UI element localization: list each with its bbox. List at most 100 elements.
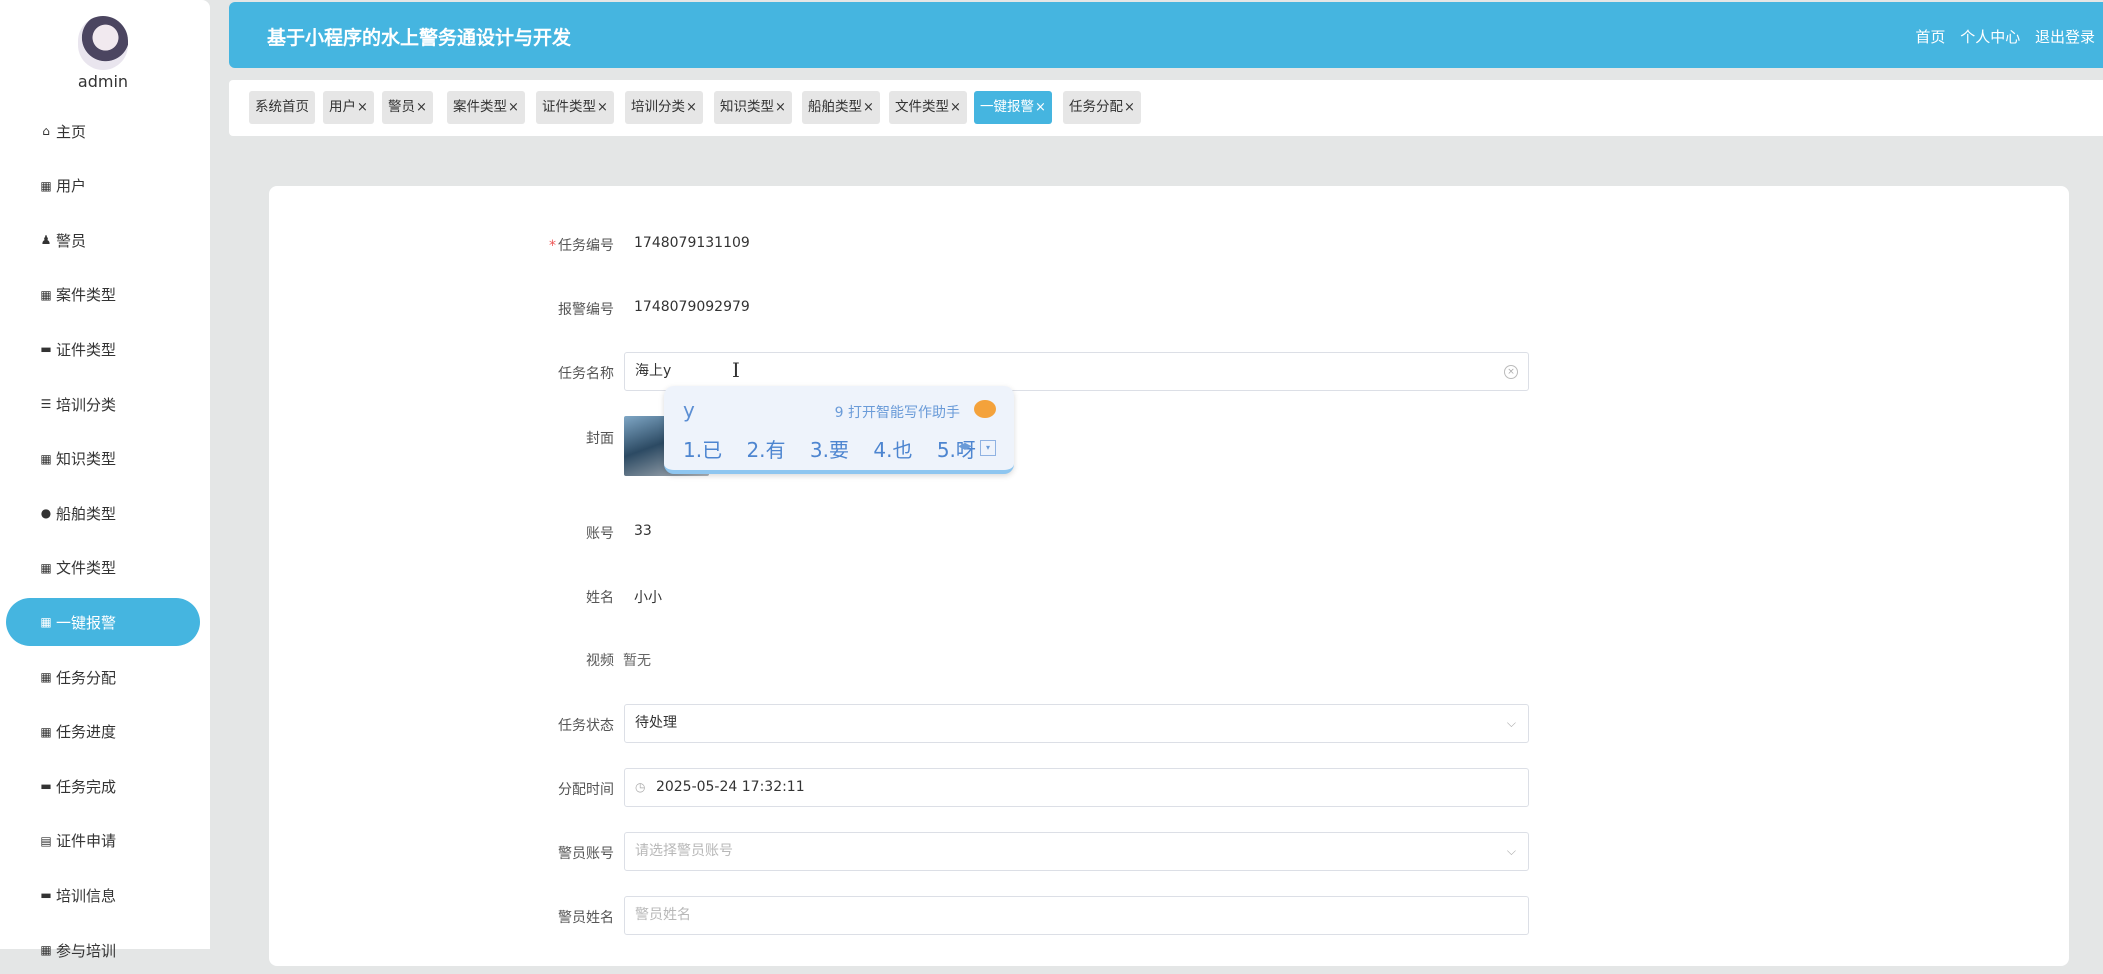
sidebar-item-label: 任务完成 xyxy=(56,777,117,796)
close-icon[interactable]: × xyxy=(1035,100,1046,115)
sidebar-item[interactable]: ☰ 培训分类 xyxy=(6,380,200,428)
grid-icon: ▦ xyxy=(40,287,52,302)
sidebar-item[interactable]: ▦ 文件类型 xyxy=(6,544,200,592)
account-value: 33 xyxy=(634,523,652,539)
username: admin xyxy=(77,72,129,91)
home-link[interactable]: 首页 xyxy=(1915,28,1945,46)
close-icon[interactable]: × xyxy=(416,100,427,115)
task-no-label: * 任务编号 xyxy=(549,238,614,254)
officer-account-select[interactable]: 请选择警员账号 ⌵ xyxy=(624,832,1529,871)
app-title: 基于小程序的水上警务通设计与开发 xyxy=(267,27,572,49)
sidebar-item[interactable]: ▬ 培训信息 xyxy=(6,871,200,919)
tab[interactable]: 任务分配× xyxy=(1063,91,1141,124)
close-icon[interactable]: × xyxy=(775,100,786,115)
tab[interactable]: 船舶类型× xyxy=(802,91,880,124)
grid-icon: ▦ xyxy=(40,724,52,739)
tab[interactable]: 案件类型× xyxy=(447,91,525,124)
sidebar-item-label: 任务分配 xyxy=(56,668,117,687)
officer-name-placeholder: 警员姓名 xyxy=(635,907,691,923)
required-mark: * xyxy=(549,238,556,254)
ime-page-arrows-icon[interactable]: ◂▸ xyxy=(958,438,972,454)
sidebar-item[interactable]: ⌂ 主页 xyxy=(6,107,200,155)
tab[interactable]: 警员× xyxy=(382,91,433,124)
tab[interactable]: 文件类型× xyxy=(889,91,967,124)
sidebar-item[interactable]: ▦ 知识类型 xyxy=(6,435,200,483)
ime-candidate[interactable]: 2.有 xyxy=(746,438,785,462)
grid-icon: ▦ xyxy=(40,670,52,684)
sidebar-item[interactable]: ▦ 用户 xyxy=(6,162,200,210)
chevron-down-icon: ⌵ xyxy=(1506,844,1516,858)
sidebar: admin ⌂ 主页 ▦ 用户 ♟ 警员 ▦ 案件类型 ▬ 证件类型 ☰ 培训分类 ▦ 知识类型 ● 船舶类型… xyxy=(0,0,210,960)
close-icon[interactable]: × xyxy=(686,100,697,115)
task-name-label: 任务名称 xyxy=(558,366,614,382)
ime-candidate[interactable]: 3.要 xyxy=(810,438,849,462)
tab[interactable]: 用户× xyxy=(323,91,374,124)
ime-expand-icon[interactable]: ▾ xyxy=(980,440,996,456)
tab[interactable]: 系统首页 xyxy=(249,91,315,124)
officer-account-placeholder: 请选择警员账号 xyxy=(635,843,733,859)
assign-time-picker[interactable]: ◷ 2025-05-24 17:32:11 xyxy=(624,768,1529,807)
tab[interactable]: 知识类型× xyxy=(714,91,792,124)
ime-candidate-popup: y 9 打开智能写作助手 1.已 2.有 3.要 4.也 5.呀 ◂▸ ▾ xyxy=(664,386,1014,474)
close-icon[interactable]: × xyxy=(863,100,874,115)
person-icon: ♟ xyxy=(40,233,52,248)
tab[interactable]: 一键报警× xyxy=(974,91,1052,124)
sidebar-item-label: 主页 xyxy=(56,122,87,141)
close-icon[interactable]: × xyxy=(597,100,608,115)
tab[interactable]: 证件类型× xyxy=(536,91,614,124)
ime-candidate[interactable]: 1.已 xyxy=(683,438,722,462)
bulb-icon: ● xyxy=(40,506,52,521)
sidebar-item-label: 案件类型 xyxy=(56,286,117,305)
sidebar-item-label: 培训分类 xyxy=(56,395,117,414)
avatar[interactable] xyxy=(78,16,128,70)
sidebar-item[interactable]: ♟ 警员 xyxy=(6,216,200,264)
sidebar-item[interactable]: ▦ 案件类型 xyxy=(6,271,200,319)
grid-icon: ▦ xyxy=(40,943,52,957)
profile-link[interactable]: 个人中心 xyxy=(1960,28,2020,46)
close-icon[interactable]: × xyxy=(508,100,519,115)
sidebar-item-label: 警员 xyxy=(56,231,87,250)
tab-label: 用户 xyxy=(329,99,356,115)
briefcase-icon: ▬ xyxy=(40,342,52,357)
sidebar-item[interactable]: ▦ 参与培训 xyxy=(6,926,200,974)
task-no-value: 1748079131109 xyxy=(634,235,750,251)
clear-icon[interactable]: × xyxy=(1504,365,1518,379)
sidebar-item[interactable]: ▦ 任务进度 xyxy=(6,708,200,756)
task-name-value: 海上y xyxy=(635,363,672,379)
officer-name-input[interactable]: 警员姓名 xyxy=(624,896,1529,935)
grid-icon: ▦ xyxy=(40,560,52,575)
video-label: 视频 xyxy=(586,653,614,669)
sidebar-item[interactable]: ▦ 任务分配 xyxy=(6,653,200,701)
text-cursor-icon: I xyxy=(732,358,740,382)
ime-typed-text: y xyxy=(683,398,695,422)
ime-candidate[interactable]: 4.也 xyxy=(873,438,912,462)
status-select[interactable]: 待处理 ⌵ xyxy=(624,704,1529,743)
tab-label: 系统首页 xyxy=(255,99,309,115)
tab-label: 船舶类型 xyxy=(808,99,862,115)
sidebar-item-label: 证件类型 xyxy=(56,340,117,359)
tab[interactable]: 培训分类× xyxy=(625,91,703,124)
close-icon[interactable]: × xyxy=(950,100,961,115)
sidebar-item-label: 参与培训 xyxy=(56,941,117,960)
sidebar-item-label: 任务进度 xyxy=(56,723,117,742)
ime-assistant-hint[interactable]: 9 打开智能写作助手 xyxy=(835,402,960,422)
status-label: 任务状态 xyxy=(558,718,614,734)
sidebar-item-label: 一键报警 xyxy=(56,613,117,632)
sidebar-item[interactable]: ▦ 一键报警 xyxy=(6,598,200,647)
clock-icon: ◷ xyxy=(635,780,646,794)
close-icon[interactable]: × xyxy=(1124,100,1135,115)
sidebar-item[interactable]: ▤ 证件申请 xyxy=(6,817,200,865)
sidebar-item-label: 文件类型 xyxy=(56,559,117,578)
chevron-down-icon: ⌵ xyxy=(1506,716,1516,730)
grid-icon: ▦ xyxy=(40,451,52,466)
tab-label: 警员 xyxy=(388,99,415,115)
logout-link[interactable]: 退出登录 xyxy=(2035,28,2095,46)
close-icon[interactable]: × xyxy=(357,100,368,115)
sliders-icon: ☰ xyxy=(40,397,52,411)
home-icon: ⌂ xyxy=(42,124,50,138)
alarm-no-label: 报警编号 xyxy=(558,302,614,318)
tabs-bar: 系统首页 用户× 警员× 案件类型× 证件类型× 培训分类× 知识类型× 船舶类型× 文件类型×… xyxy=(229,80,2103,136)
sidebar-item[interactable]: ▬ 任务完成 xyxy=(6,762,200,810)
sidebar-item[interactable]: ● 船舶类型 xyxy=(6,489,200,537)
sidebar-item[interactable]: ▬ 证件类型 xyxy=(6,325,200,373)
